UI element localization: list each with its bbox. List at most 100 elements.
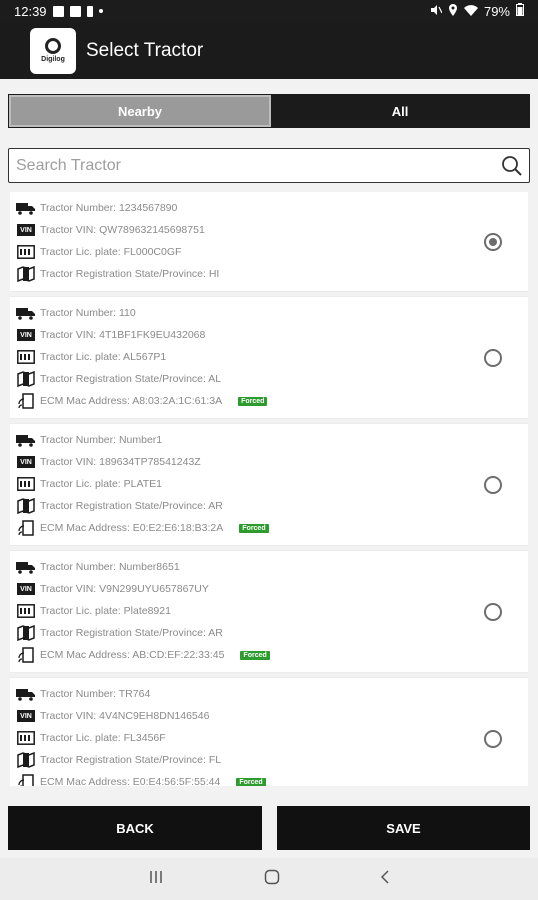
battery-percent: 79%: [483, 3, 510, 19]
ecm-mac-address-row: ECM Mac Address: E0:E2:E6:18:B3:2A Forced: [16, 517, 528, 539]
ecm-mac-address-row: ECM Mac Address: E0:E4:56:5F:55:44 Forced: [16, 771, 528, 786]
tractor-vin: Tractor VIN: 4T1BF1FK9EU432068: [40, 329, 206, 341]
tractor-state: Tractor Registration State/Province: AL: [40, 373, 222, 385]
ecm-mac-address-row: ECM Mac Address: A8:03:2A:1C:61:3A Forced: [16, 390, 528, 412]
tractor-vin-row: VIN Tractor VIN: 189634TP78541243Z: [16, 451, 528, 473]
usb-notification-icon: [86, 5, 93, 17]
vin-label: VIN: [17, 224, 35, 236]
tractor-state-row: Tractor Registration State/Province: FL: [16, 749, 528, 771]
save-button[interactable]: SAVE: [277, 806, 530, 850]
tractor-number: Tractor Number: Number8651: [40, 561, 180, 573]
license-plate-icon: [16, 475, 36, 493]
select-tractor-radio[interactable]: [484, 475, 502, 494]
search-icon[interactable]: [495, 149, 529, 183]
tractor-vin: Tractor VIN: V9N299UYU657867UY: [40, 583, 209, 595]
vin-icon: VIN: [16, 221, 36, 239]
app-logo: Digilog: [30, 27, 76, 74]
vin-icon: VIN: [16, 326, 36, 344]
forced-badge: Forced: [240, 650, 270, 660]
tractor-plate-row: Tractor Lic. plate: FL3456F: [16, 727, 528, 749]
ecm-mac-address: ECM Mac Address: AB:CD:EF:22:33:45: [40, 649, 225, 661]
app-bar: Digilog Select Tractor: [0, 22, 538, 79]
tractor-card[interactable]: Tractor Number: TR764 VIN Tractor VIN: 4V4…: [10, 678, 528, 786]
select-tractor-radio[interactable]: [484, 348, 502, 367]
truck-icon: [16, 431, 36, 449]
back-button[interactable]: BACK: [8, 806, 262, 850]
tractor-state-row: Tractor Registration State/Province: AL: [16, 368, 528, 390]
battery-icon: [516, 3, 524, 19]
mute-icon: [430, 4, 443, 19]
tractor-vin: Tractor VIN: QW789632145698751: [40, 224, 205, 236]
ecm-mac-address: ECM Mac Address: E0:E4:56:5F:55:44: [40, 776, 221, 786]
page-title: Select Tractor: [86, 39, 204, 61]
tractor-plate: Tractor Lic. plate: FL000C0GF: [40, 246, 182, 258]
tractor-vin-row: VIN Tractor VIN: QW789632145698751: [16, 219, 528, 241]
tractor-number: Tractor Number: 1234567890: [40, 202, 178, 214]
logo-mark-icon: [45, 38, 61, 54]
map-icon: [16, 751, 36, 769]
status-bar: 12:39 79%: [0, 0, 538, 22]
tractor-state-row: Tractor Registration State/Province: AR: [16, 622, 528, 644]
license-plate-icon: [16, 348, 36, 366]
vin-icon: VIN: [16, 580, 36, 598]
tractor-card[interactable]: Tractor Number: 110 VIN Tractor VIN: 4T1BF…: [10, 297, 528, 418]
tractor-plate-row: Tractor Lic. plate: AL567P1: [16, 346, 528, 368]
select-tractor-radio[interactable]: [484, 729, 502, 748]
tractor-number-row: Tractor Number: Number8651: [16, 556, 528, 578]
license-plate-icon: [16, 243, 36, 261]
ecm-mac-address: ECM Mac Address: A8:03:2A:1C:61:3A: [40, 395, 223, 407]
vin-label: VIN: [17, 456, 35, 468]
vin-icon: VIN: [16, 707, 36, 725]
tractor-vin-row: VIN Tractor VIN: 4T1BF1FK9EU432068: [16, 324, 528, 346]
ecm-device-icon: [16, 392, 36, 410]
tractor-card[interactable]: Tractor Number: 1234567890 VIN Tractor VIN…: [10, 192, 528, 291]
tractor-state: Tractor Registration State/Province: AR: [40, 500, 223, 512]
forced-badge: Forced: [238, 396, 268, 406]
logo-text: Digilog: [41, 56, 65, 63]
map-icon: [16, 624, 36, 642]
truck-icon: [16, 199, 36, 217]
tractor-state: Tractor Registration State/Province: AR: [40, 627, 223, 639]
ecm-mac-address-row: ECM Mac Address: AB:CD:EF:22:33:45 Forced: [16, 644, 528, 666]
tractor-number-row: Tractor Number: TR764: [16, 683, 528, 705]
tractor-vin-row: VIN Tractor VIN: 4V4NC9EH8DN146546: [16, 705, 528, 727]
status-time: 12:39: [14, 3, 47, 19]
truck-icon: [16, 685, 36, 703]
ecm-mac-address: ECM Mac Address: E0:E2:E6:18:B3:2A: [40, 522, 224, 534]
tractor-list[interactable]: Tractor Number: 1234567890 VIN Tractor VIN…: [10, 192, 528, 786]
tractor-plate-row: Tractor Lic. plate: PLATE1: [16, 473, 528, 495]
back-nav-icon[interactable]: [380, 869, 390, 890]
home-icon[interactable]: [264, 869, 280, 890]
license-plate-icon: [16, 729, 36, 747]
ecm-device-icon: [16, 646, 36, 664]
search-box: [8, 148, 530, 183]
tractor-state: Tractor Registration State/Province: HI: [40, 268, 220, 280]
tractor-state: Tractor Registration State/Province: FL: [40, 754, 222, 766]
truck-icon: [16, 304, 36, 322]
location-icon: [448, 3, 458, 19]
select-tractor-radio[interactable]: [484, 232, 502, 251]
tractor-card[interactable]: Tractor Number: Number8651 VIN Tractor VIN…: [10, 551, 528, 672]
truck-icon: [16, 558, 36, 576]
tractor-number: Tractor Number: TR764: [40, 688, 151, 700]
tractor-plate-row: Tractor Lic. plate: Plate8921: [16, 600, 528, 622]
license-plate-icon: [16, 602, 36, 620]
select-tractor-radio[interactable]: [484, 602, 502, 621]
map-icon: [16, 265, 36, 283]
recent-apps-icon[interactable]: [148, 870, 164, 889]
vin-label: VIN: [17, 329, 35, 341]
wifi-icon: [463, 4, 478, 19]
email-notification-icon: [69, 5, 81, 17]
ecm-device-icon: [16, 773, 36, 786]
tractor-number-row: Tractor Number: 1234567890: [16, 197, 528, 219]
more-notifications-icon: [98, 9, 103, 13]
tractor-vin: Tractor VIN: 4V4NC9EH8DN146546: [40, 710, 210, 722]
forced-badge: Forced: [239, 523, 269, 533]
forced-badge: Forced: [236, 777, 266, 786]
search-input[interactable]: [9, 149, 495, 182]
tab-all[interactable]: All: [271, 95, 529, 127]
tractor-plate: Tractor Lic. plate: Plate8921: [40, 605, 171, 617]
tractor-card[interactable]: Tractor Number: Number1 VIN Tractor VIN: 1…: [10, 424, 528, 545]
tractor-plate-row: Tractor Lic. plate: FL000C0GF: [16, 241, 528, 263]
tab-nearby[interactable]: Nearby: [9, 95, 271, 127]
